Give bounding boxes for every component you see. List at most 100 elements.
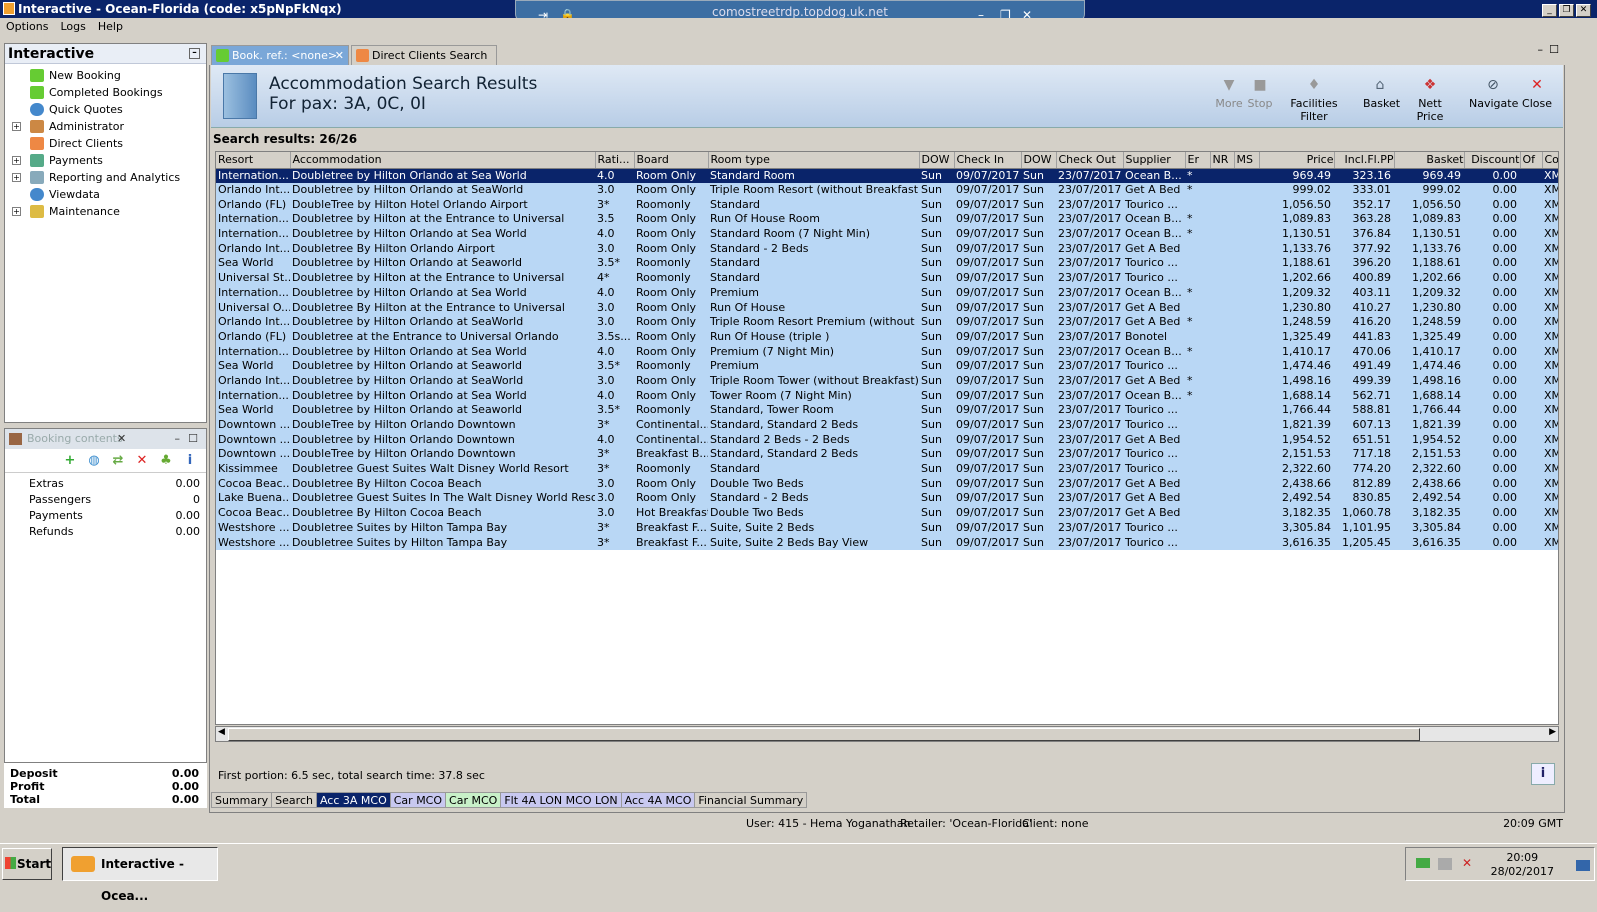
nav-viewdata[interactable]: Viewdata [5,186,206,203]
globe-icon[interactable]: ◍ [87,454,101,468]
bottom-tab[interactable]: Acc 3A MCO [315,792,391,808]
add-icon[interactable]: + [63,454,77,468]
table-row[interactable]: Orlando Int... Doubletree By Hilton Orlan… [216,241,1558,257]
table-row[interactable]: Orlando Int... Doubletree by Hilton Orlan… [216,182,1558,198]
expand-icon[interactable]: + [12,122,21,131]
scroll-right-icon[interactable]: ▶ [1549,727,1556,737]
tab-booking[interactable]: Book. ref.: <none> ✕ [211,45,349,65]
pane-minimize-icon[interactable]: – [1538,43,1544,56]
table-row[interactable]: Downtown ... Doubletree by Hilton Orlando… [216,432,1558,448]
bottom-tab[interactable]: Acc 4A MCO [620,792,696,808]
nav-new-booking[interactable]: New Booking [5,67,206,84]
table-row[interactable]: Internation... Doubletree by Hilton Orlan… [216,168,1558,183]
info-button[interactable]: i [1531,763,1555,785]
table-row[interactable]: Sea World Doubletree by Hilton Orlando at… [216,358,1558,374]
table-row[interactable]: Westshore ... Doubletree Suites by Hilton… [216,535,1558,550]
table-row[interactable]: Lake Buena... Doubletree Guest Suites In … [216,491,1558,506]
expand-icon[interactable]: + [12,207,21,216]
table-row[interactable]: Sea World Doubletree by Hilton Orlando at… [216,403,1558,418]
column-header[interactable]: Supplier [1123,152,1186,169]
nett-price-button[interactable]: ❖ Nett Price [1405,77,1455,123]
menu-options[interactable]: Options [0,20,54,33]
start-button[interactable]: Start [2,848,52,880]
table-row[interactable]: Downtown ... DoubleTree by Hilton Orlando… [216,447,1558,462]
column-header[interactable]: Board [634,152,709,169]
booking-contents-close-icon[interactable]: ✕ [117,429,126,449]
table-row[interactable]: Internation... Doubletree by Hilton Orlan… [216,344,1558,359]
restore-button[interactable]: ❐ [1559,4,1574,17]
column-header[interactable]: Er [1185,152,1211,169]
stop-button[interactable]: ■ Stop [1247,77,1273,110]
column-header[interactable]: MS [1234,152,1260,169]
expand-icon[interactable]: + [12,156,21,165]
column-header[interactable]: Incl.Fl.PP [1334,152,1395,169]
nav-completed-bookings[interactable]: Completed Bookings [5,84,206,101]
scroll-thumb[interactable] [228,728,1420,741]
nav-administrator[interactable]: + Administrator [5,118,206,135]
table-row[interactable]: Orlando Int... Doubletree by Hilton Orlan… [216,314,1558,330]
show-desktop-icon[interactable] [1576,860,1590,871]
taskbar-app-button[interactable]: Interactive - Ocea... [62,847,218,903]
bottom-tab[interactable]: Car MCO [445,792,502,808]
column-header[interactable]: Resort [216,152,291,169]
table-row[interactable]: Orlando Int... Doubletree by Hilton Orlan… [216,373,1558,389]
column-header[interactable]: Check Out [1056,152,1124,169]
more-button[interactable]: ▼ More [1213,77,1245,110]
table-row[interactable]: Internation... Doubletree by Hilton at th… [216,212,1558,227]
tab-direct-clients-search[interactable]: Direct Clients Search [351,45,497,65]
close-results-button[interactable]: ✕ Close [1521,77,1553,110]
monitor-icon[interactable] [1438,858,1452,870]
bottom-tab[interactable]: Search [271,792,317,808]
menu-logs[interactable]: Logs [54,20,91,33]
info-icon[interactable]: i [183,454,197,468]
nav-reporting[interactable]: + Reporting and Analytics [5,169,206,186]
basket-button[interactable]: ⌂ Basket [1363,77,1400,110]
bottom-tab[interactable]: Financial Summary [694,792,808,808]
table-row[interactable]: Orlando (FL) DoubleTree by Hilton Hotel O… [216,197,1558,213]
scroll-left-icon[interactable]: ◀ [218,727,225,737]
horizontal-scrollbar[interactable]: ◀ ▶ [215,726,1559,742]
column-header[interactable]: Rati... [595,152,635,169]
column-header[interactable]: Price [1259,152,1335,169]
column-header[interactable]: Basket [1394,152,1465,169]
pane-maximize-icon[interactable]: ☐ [1549,43,1559,56]
column-header[interactable]: Check In [954,152,1022,169]
column-header[interactable]: Room type [708,152,920,169]
column-header[interactable]: Accommodation [290,152,596,169]
column-header[interactable]: Of [1520,152,1543,169]
table-row[interactable]: Internation... Doubletree by Hilton Orlan… [216,388,1558,403]
menu-help[interactable]: Help [92,20,129,33]
bottom-tab[interactable]: Flt 4A LON MCO LON [500,792,622,808]
bottom-tab[interactable]: Car MCO [389,792,447,808]
minimize-icon[interactable]: – [175,429,181,449]
navigate-button[interactable]: ⊘ Navigate [1469,77,1518,110]
expand-icon[interactable]: + [12,173,21,182]
table-row[interactable]: Universal O... Doubletree By Hilton at th… [216,300,1558,315]
column-header[interactable]: NR [1210,152,1235,169]
facilities-filter-button[interactable]: ♦ Facilities Filter [1277,77,1351,123]
delete-icon[interactable]: ✕ [135,454,149,468]
collapse-icon[interactable]: – [189,48,200,59]
table-row[interactable]: Downtown ... DoubleTree by Hilton Orlando… [216,417,1558,433]
palm-tree-icon[interactable]: ♣ [159,454,173,468]
table-row[interactable]: Universal St... Doubletree by Hilton at t… [216,270,1558,286]
nav-quick-quotes[interactable]: Quick Quotes [5,101,206,118]
network-icon[interactable] [1416,858,1430,868]
nav-direct-clients[interactable]: Direct Clients [5,135,206,152]
tab-close-icon[interactable]: ✕ [335,46,344,66]
maximize-icon[interactable]: ☐ [188,429,198,449]
table-row[interactable]: Kissimmee Doubletree Guest Suites Walt Di… [216,461,1558,477]
column-header[interactable]: DOW [1021,152,1057,169]
minimize-button[interactable]: _ [1542,4,1557,17]
transfer-icon[interactable]: ⇄ [111,454,125,468]
nav-payments[interactable]: + Payments [5,152,206,169]
table-row[interactable]: Cocoa Beac... Doubletree By Hilton Cocoa … [216,505,1558,521]
volume-muted-icon[interactable]: ✕ [1462,856,1472,870]
column-header[interactable]: DOW [919,152,955,169]
close-button[interactable]: ✕ [1576,4,1591,17]
column-header[interactable]: Discount [1464,152,1521,169]
nav-maintenance[interactable]: + Maintenance [5,203,206,220]
table-row[interactable]: Westshore ... Doubletree Suites by Hilton… [216,520,1558,536]
table-row[interactable]: Orlando (FL) Doubletree at the Entrance t… [216,329,1558,345]
table-row[interactable]: Internation... Doubletree by Hilton Orlan… [216,226,1558,242]
